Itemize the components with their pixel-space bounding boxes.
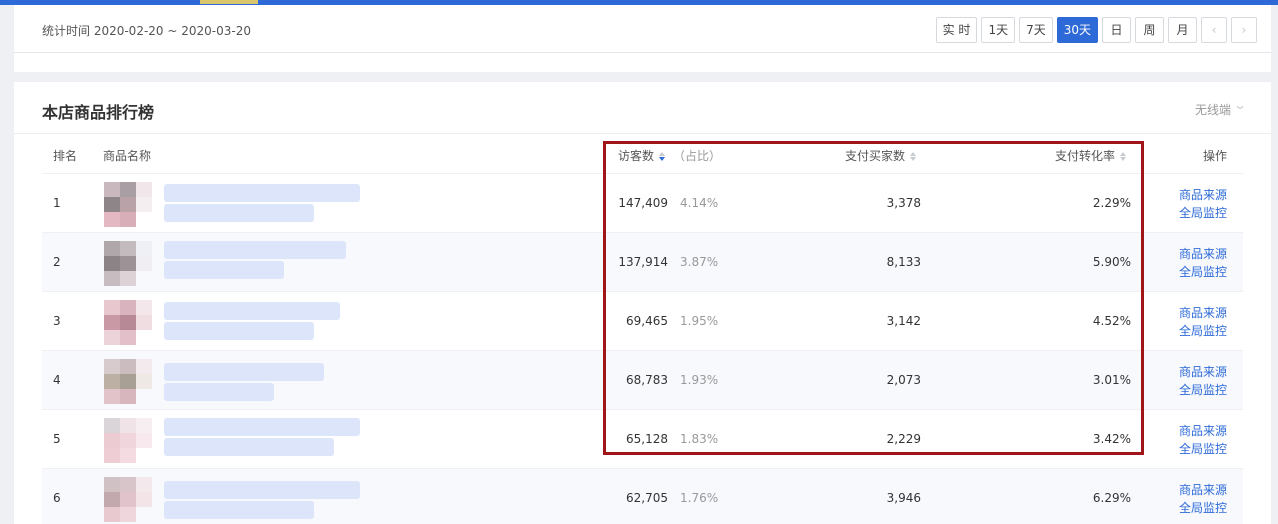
- row-actions: 商品来源 全局监控: [1179, 245, 1227, 281]
- product-name-blurred[interactable]: [164, 241, 346, 259]
- column-header-ops: 操作: [1203, 149, 1228, 163]
- product-source-link[interactable]: 商品来源: [1179, 304, 1227, 322]
- range-realtime-button[interactable]: 实 时: [935, 17, 978, 43]
- product-name-blurred: [164, 383, 274, 401]
- row-actions: 商品来源 全局监控: [1179, 304, 1227, 340]
- range-month-button[interactable]: 月: [1168, 17, 1197, 43]
- product-name-blurred[interactable]: [164, 184, 360, 202]
- row-actions: 商品来源 全局监控: [1179, 363, 1227, 399]
- product-thumbnail[interactable]: [104, 300, 152, 345]
- rank-cell: 4: [53, 373, 61, 387]
- visitors-cell: 62,705: [626, 491, 668, 505]
- rank-cell: 1: [53, 196, 61, 210]
- active-nav-indicator: [200, 0, 258, 4]
- product-name-blurred[interactable]: [164, 363, 324, 381]
- product-name-blurred: [164, 204, 314, 222]
- range-week-button[interactable]: 周: [1135, 17, 1164, 43]
- table-row: 6 62,705 1.76% 3,946 6.29% 商品来源 全局监控: [42, 468, 1243, 524]
- buyers-cell: 3,946: [886, 491, 921, 505]
- product-thumbnail[interactable]: [104, 182, 152, 227]
- row-actions: 商品来源 全局监控: [1179, 422, 1227, 458]
- range-day-button[interactable]: 日: [1102, 17, 1131, 43]
- product-thumbnail[interactable]: [104, 359, 152, 404]
- global-monitor-link[interactable]: 全局监控: [1179, 322, 1227, 340]
- rank-cell: 6: [53, 491, 61, 505]
- global-monitor-link[interactable]: 全局监控: [1179, 263, 1227, 281]
- product-source-link[interactable]: 商品来源: [1179, 481, 1227, 499]
- share-cell: 1.76%: [680, 491, 719, 505]
- divider: [14, 133, 1271, 134]
- rank-cell: 2: [53, 255, 61, 269]
- highlight-annotation-box: [603, 141, 1144, 455]
- product-name-blurred[interactable]: [164, 418, 360, 436]
- product-name-blurred[interactable]: [164, 481, 360, 499]
- range-button-group: 实 时 1天 7天 30天 日 周 月 ‹ ›: [935, 17, 1257, 43]
- column-header-rank: 排名: [53, 149, 78, 163]
- global-monitor-link[interactable]: 全局监控: [1179, 499, 1227, 517]
- product-name-blurred: [164, 322, 314, 340]
- product-thumbnail[interactable]: [104, 477, 152, 522]
- product-name-blurred: [164, 261, 284, 279]
- range-7day-button[interactable]: 7天: [1019, 17, 1053, 43]
- device-select[interactable]: 无线端: [1195, 101, 1231, 118]
- chevron-left-icon[interactable]: ‹: [1201, 17, 1227, 43]
- rank-cell: 3: [53, 314, 61, 328]
- row-actions: 商品来源 全局监控: [1179, 481, 1227, 517]
- row-actions: 商品来源 全局监控: [1179, 186, 1227, 222]
- panel-spacer: [14, 53, 1271, 72]
- global-monitor-link[interactable]: 全局监控: [1179, 204, 1227, 222]
- page-title: 本店商品排行榜: [42, 103, 155, 122]
- conversion-rate-cell: 6.29%: [1092, 491, 1131, 505]
- product-source-link[interactable]: 商品来源: [1179, 186, 1227, 204]
- product-source-link[interactable]: 商品来源: [1179, 422, 1227, 440]
- range-1day-button[interactable]: 1天: [981, 17, 1016, 43]
- product-name-blurred[interactable]: [164, 302, 340, 320]
- chevron-down-icon[interactable]: ⌄: [1233, 98, 1247, 112]
- global-monitor-link[interactable]: 全局监控: [1179, 440, 1227, 458]
- rank-cell: 5: [53, 432, 61, 446]
- time-range-panel: 统计时间 2020-02-20 ~ 2020-03-20 实 时 1天 7天 3…: [14, 5, 1271, 53]
- product-source-link[interactable]: 商品来源: [1179, 363, 1227, 381]
- time-range-label: 统计时间 2020-02-20 ~ 2020-03-20: [42, 24, 251, 38]
- product-name-blurred: [164, 438, 334, 456]
- product-thumbnail[interactable]: [104, 418, 152, 463]
- product-name-blurred: [164, 501, 314, 519]
- range-30day-button[interactable]: 30天: [1056, 17, 1098, 43]
- chevron-right-icon[interactable]: ›: [1231, 17, 1257, 43]
- global-monitor-link[interactable]: 全局监控: [1179, 381, 1227, 399]
- product-source-link[interactable]: 商品来源: [1179, 245, 1227, 263]
- column-header-name: 商品名称: [103, 149, 152, 163]
- product-thumbnail[interactable]: [104, 241, 152, 286]
